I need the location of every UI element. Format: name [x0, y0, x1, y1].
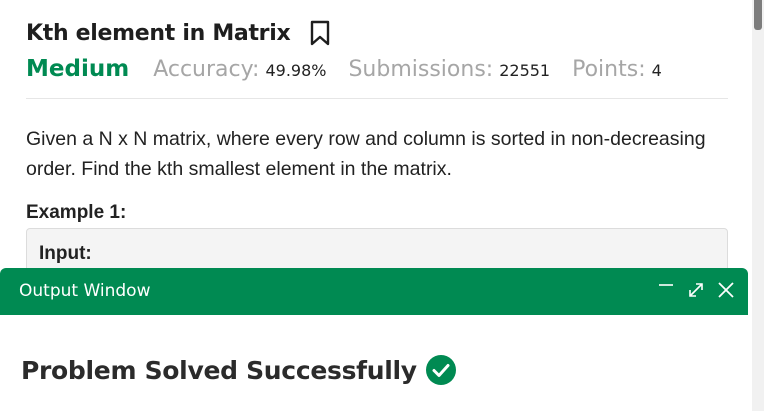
problem-description: Given a N x N matrix, where every row an…	[26, 128, 706, 180]
divider	[26, 98, 728, 99]
submissions-value: 22551	[499, 61, 551, 80]
accuracy-value: 49.98%	[265, 61, 327, 80]
example-title: Example 1:	[26, 202, 127, 223]
success-message: Problem Solved Successfully	[21, 354, 457, 386]
bookmark-icon[interactable]	[310, 20, 330, 46]
output-window-header[interactable]: Output Window	[0, 268, 748, 315]
minimize-icon[interactable]	[656, 280, 676, 300]
submissions-label: Submissions:	[348, 57, 494, 82]
output-window-title: Output Window	[19, 281, 151, 301]
success-text: Problem Solved Successfully	[21, 355, 417, 385]
problem-title-row: Kth element in Matrix	[26, 20, 330, 46]
problem-meta: Medium Accuracy: 49.98% Submissions: 225…	[26, 56, 684, 82]
problem-panel: Kth element in Matrix Medium Accuracy: 4…	[26, 0, 728, 268]
expand-icon[interactable]	[686, 280, 706, 300]
problem-title: Kth element in Matrix	[26, 20, 291, 46]
output-window: Output Window Problem Solved Successfull…	[0, 268, 748, 411]
points-label: Points:	[572, 57, 646, 82]
close-icon[interactable]	[716, 280, 736, 300]
points-value: 4	[651, 61, 662, 80]
difficulty-badge: Medium	[26, 56, 130, 82]
example-input-label: Input:	[39, 243, 92, 264]
scrollbar-thumb[interactable]	[754, 0, 762, 30]
page-scrollbar[interactable]	[752, 0, 764, 411]
example-box: Input:	[26, 228, 728, 268]
window-controls	[656, 280, 736, 300]
check-circle-icon	[425, 355, 456, 385]
accuracy-label: Accuracy:	[153, 57, 260, 82]
